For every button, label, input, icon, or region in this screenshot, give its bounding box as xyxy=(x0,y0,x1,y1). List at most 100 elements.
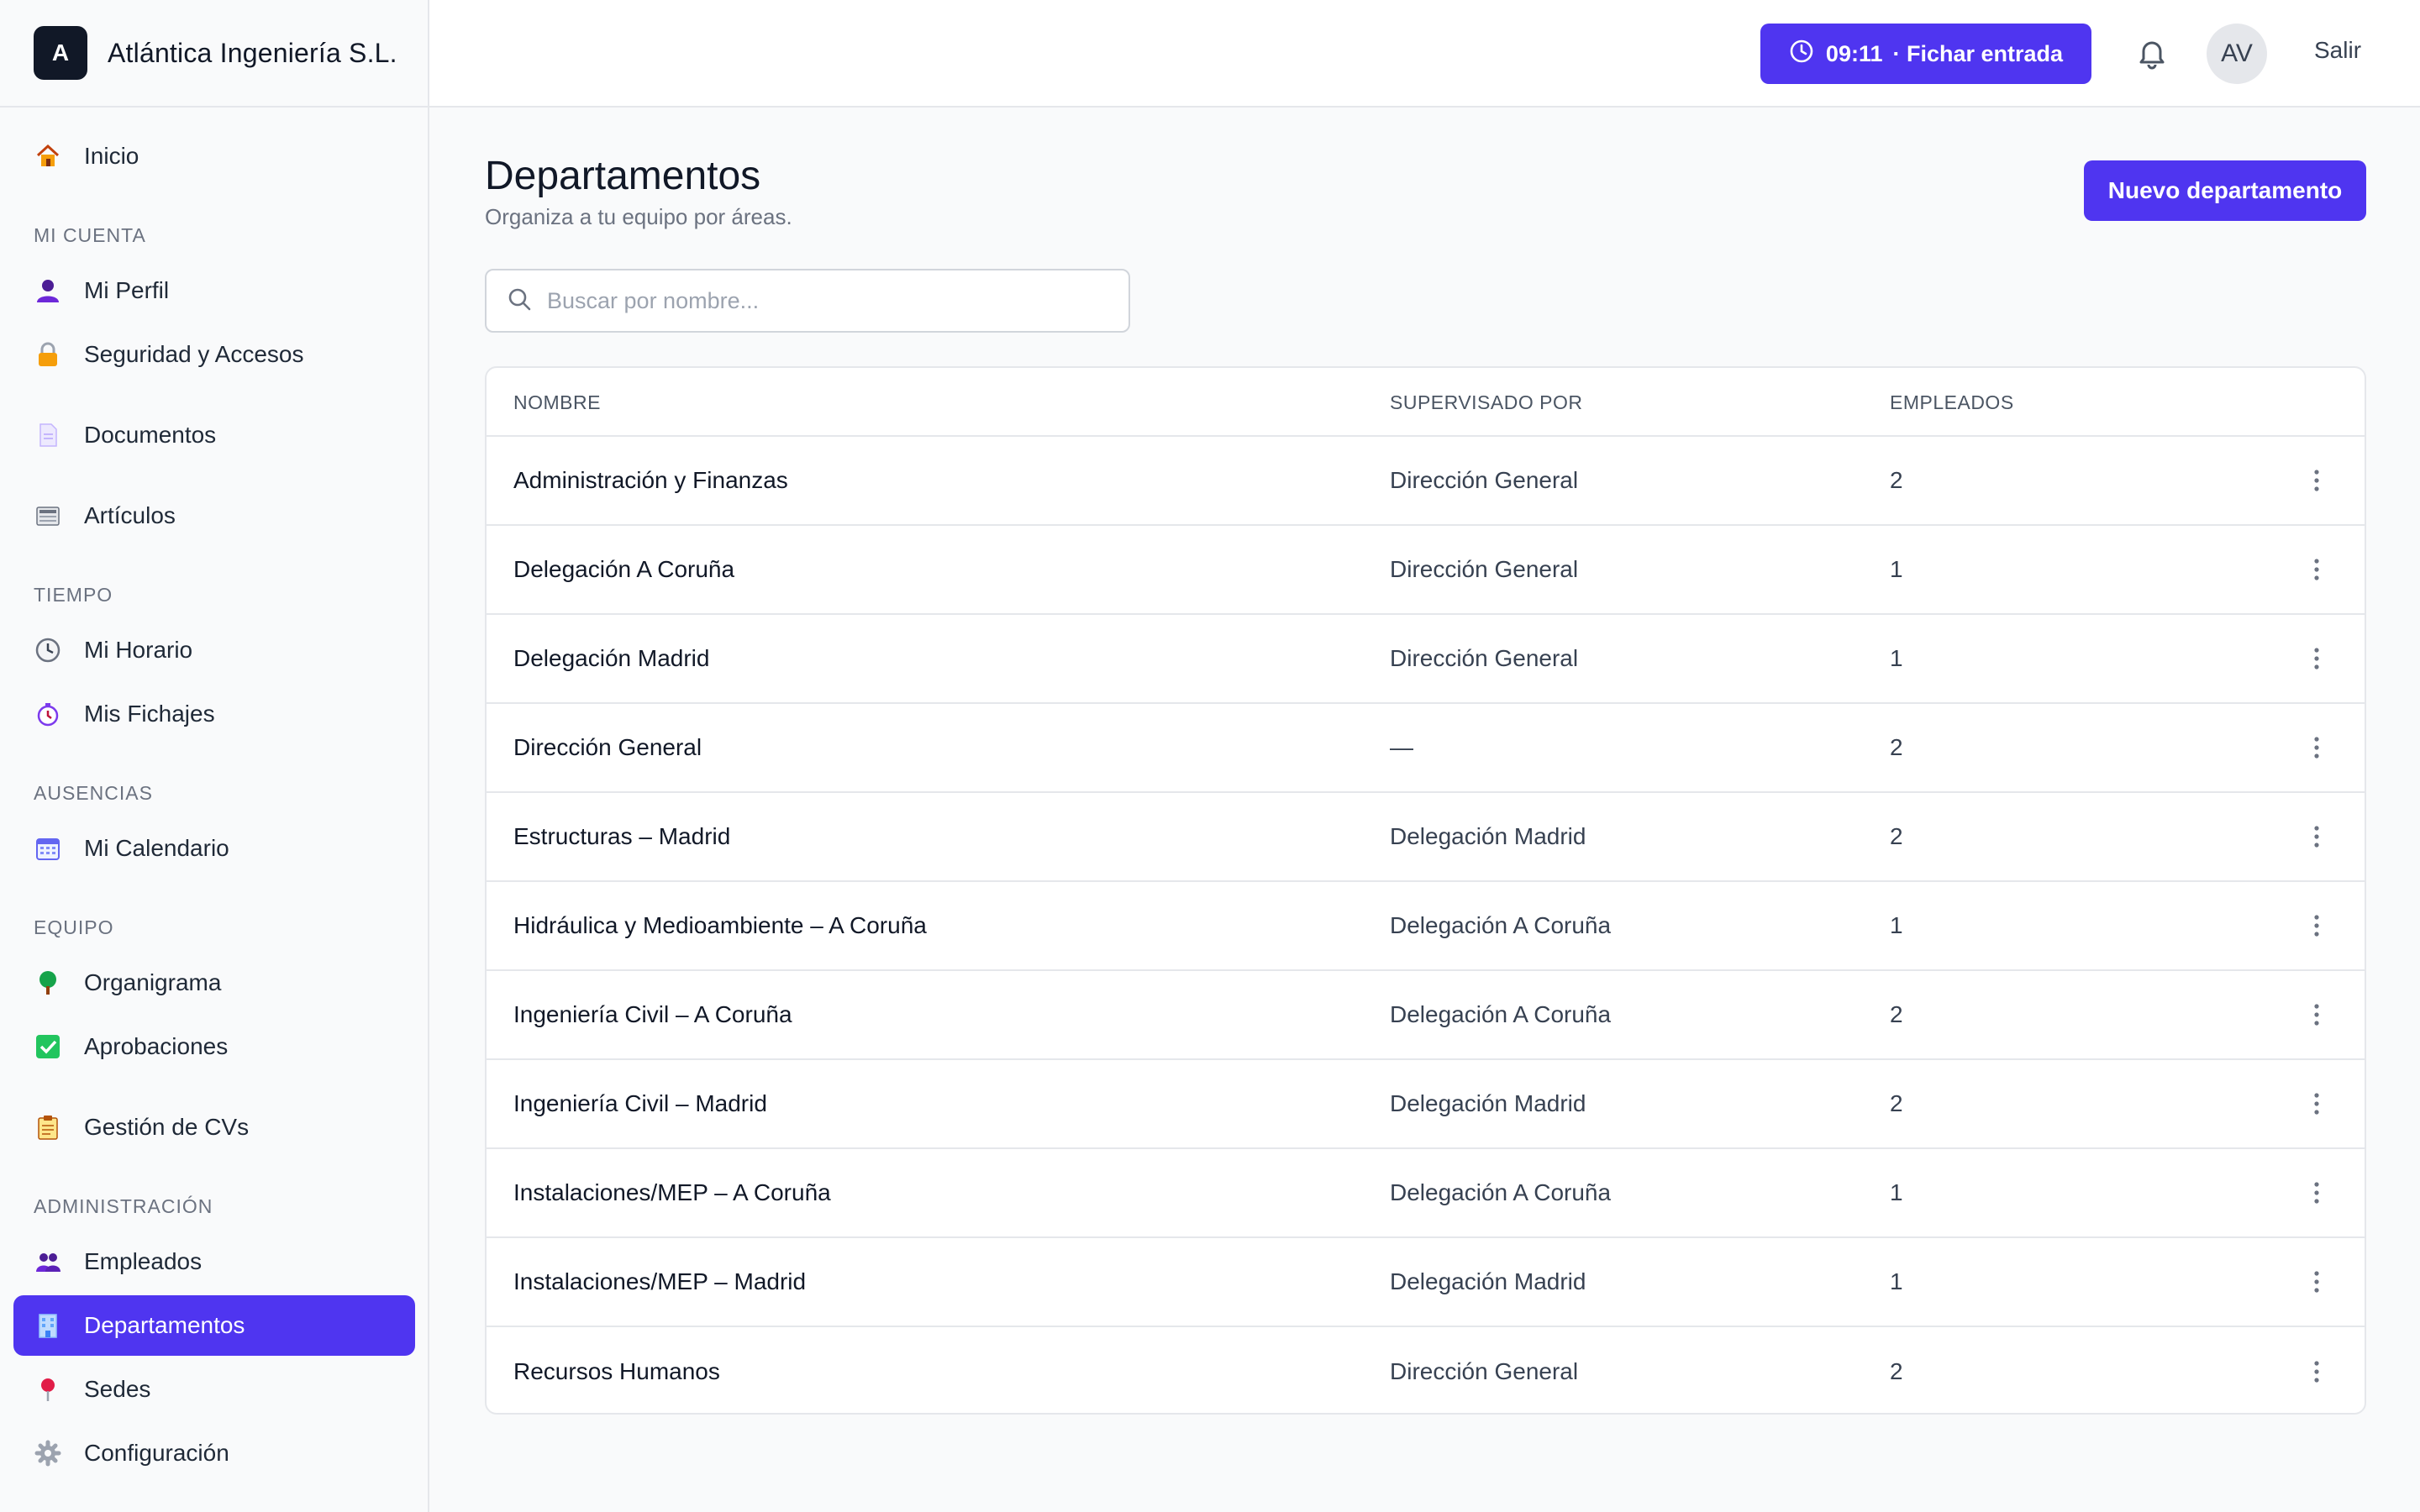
sidebar-item-mi-perfil[interactable]: Mi Perfil xyxy=(13,260,415,321)
more-options-icon[interactable] xyxy=(2302,995,2332,1035)
employee-count: 2 xyxy=(1890,823,1903,849)
supervisor-name: — xyxy=(1390,734,1413,760)
supervisor-name: Delegación A Coruña xyxy=(1390,1001,1612,1027)
department-name[interactable]: Ingeniería Civil – Madrid xyxy=(513,1090,767,1117)
brand-name: Atlántica Ingeniería S.L. xyxy=(108,37,397,68)
section-mi-cuenta: MI CUENTA xyxy=(34,224,146,246)
table-body: Administración y Finanzas Dirección Gener… xyxy=(487,437,2365,1413)
sidebar-item-label: Empleados xyxy=(84,1248,203,1274)
table-row[interactable]: Ingeniería Civil – A Coruña Delegación A … xyxy=(487,971,2365,1060)
brand[interactable]: A Atlántica Ingeniería S.L. xyxy=(0,0,428,108)
department-name[interactable]: Instalaciones/MEP – A Coruña xyxy=(513,1179,831,1206)
sidebar-item-gestion-cvs[interactable]: Gestión de CVs xyxy=(13,1097,415,1158)
section-equipo: EQUIPO xyxy=(34,916,114,938)
sidebar: A Atlántica Ingeniería S.L. Inicio MI CU… xyxy=(0,0,429,1512)
more-options-icon[interactable] xyxy=(2302,638,2332,679)
sidebar-item-label: Configuración xyxy=(84,1440,229,1466)
sidebar-item-inicio[interactable]: Inicio xyxy=(13,126,415,186)
more-options-icon[interactable] xyxy=(2302,460,2332,501)
more-options-icon[interactable] xyxy=(2302,906,2332,946)
table-row[interactable]: Recursos Humanos Dirección General 2 xyxy=(487,1327,2365,1413)
table-row[interactable]: Administración y Finanzas Dirección Gener… xyxy=(487,437,2365,526)
department-name[interactable]: Instalaciones/MEP – Madrid xyxy=(513,1268,806,1295)
table-row[interactable]: Ingeniería Civil – Madrid Delegación Madr… xyxy=(487,1060,2365,1149)
sidebar-item-mi-calendario[interactable]: Mi Calendario xyxy=(13,818,415,879)
page-subtitle: Organiza a tu equipo por áreas. xyxy=(485,204,792,229)
check-icon xyxy=(34,1032,62,1061)
department-name[interactable]: Delegación A Coruña xyxy=(513,556,734,583)
sidebar-item-aprobaciones[interactable]: Aprobaciones xyxy=(13,1016,415,1077)
more-options-icon[interactable] xyxy=(2302,549,2332,590)
employee-count: 2 xyxy=(1890,734,1903,760)
sidebar-item-label: Sedes xyxy=(84,1376,151,1402)
employee-count: 1 xyxy=(1890,1268,1903,1294)
sidebar-item-seguridad[interactable]: Seguridad y Accesos xyxy=(13,324,415,385)
sidebar-item-mis-fichajes[interactable]: Mis Fichajes xyxy=(13,684,415,744)
employee-count: 2 xyxy=(1890,1001,1903,1027)
logout-button[interactable]: Salir xyxy=(2314,37,2361,64)
more-options-icon[interactable] xyxy=(2302,1262,2332,1302)
table-row[interactable]: Delegación A Coruña Dirección General 1 xyxy=(487,526,2365,615)
bell-icon[interactable] xyxy=(2132,34,2172,74)
table-row[interactable]: Instalaciones/MEP – A Coruña Delegación A… xyxy=(487,1149,2365,1238)
department-name[interactable]: Delegación Madrid xyxy=(513,645,709,672)
supervisor-name: Dirección General xyxy=(1390,645,1579,671)
sidebar-item-organigrama[interactable]: Organigrama xyxy=(13,953,415,1013)
users-icon xyxy=(34,1247,62,1276)
user-icon xyxy=(34,276,62,305)
more-options-icon[interactable] xyxy=(2302,1173,2332,1213)
employee-count: 2 xyxy=(1890,1358,1903,1384)
table-row[interactable]: Instalaciones/MEP – Madrid Delegación Mad… xyxy=(487,1238,2365,1327)
app: A Atlántica Ingeniería S.L. Inicio MI CU… xyxy=(0,0,2420,1512)
more-options-icon[interactable] xyxy=(2302,727,2332,768)
sidebar-item-label: Mis Fichajes xyxy=(84,701,215,727)
brand-logo: A xyxy=(34,26,87,80)
sidebar-item-sedes[interactable]: Sedes xyxy=(13,1359,415,1420)
table-row[interactable]: Hidráulica y Medioambiente – A Coruña Del… xyxy=(487,882,2365,971)
main-content: Departamentos Organiza a tu equipo por á… xyxy=(429,108,2420,1512)
column-header-supervisado-por[interactable]: SUPERVISADO POR xyxy=(1390,391,1582,414)
sidebar-item-label: Seguridad y Accesos xyxy=(84,341,304,367)
department-name[interactable]: Estructuras – Madrid xyxy=(513,823,730,850)
table-row[interactable]: Delegación Madrid Dirección General 1 xyxy=(487,615,2365,704)
sidebar-item-departamentos[interactable]: Departamentos xyxy=(13,1295,415,1356)
supervisor-name: Dirección General xyxy=(1390,1358,1579,1384)
clock-action-label: · Fichar entrada xyxy=(1892,40,2064,66)
departments-table: NOMBRE SUPERVISADO POR EMPLEADOS Adminis… xyxy=(485,366,2366,1415)
sidebar-item-label: Mi Perfil xyxy=(84,277,170,303)
table-row[interactable]: Estructuras – Madrid Delegación Madrid 2 xyxy=(487,793,2365,882)
tree-icon xyxy=(34,969,62,997)
department-name[interactable]: Recursos Humanos xyxy=(513,1358,720,1385)
sidebar-item-label: Artículos xyxy=(84,502,176,528)
department-name[interactable]: Administración y Finanzas xyxy=(513,467,788,494)
more-options-icon[interactable] xyxy=(2302,816,2332,857)
supervisor-name: Delegación Madrid xyxy=(1390,823,1586,849)
department-name[interactable]: Ingeniería Civil – A Coruña xyxy=(513,1001,792,1028)
page-title: Departamentos xyxy=(485,154,761,198)
supervisor-name: Dirección General xyxy=(1390,556,1579,582)
department-name[interactable]: Dirección General xyxy=(513,734,702,761)
sidebar-item-articulos[interactable]: Artículos xyxy=(13,486,415,546)
sidebar-item-documentos[interactable]: Documentos xyxy=(13,405,415,465)
lock-icon xyxy=(34,340,62,369)
sidebar-item-configuracion[interactable]: Configuración xyxy=(13,1423,415,1483)
sidebar-item-label: Inicio xyxy=(84,143,139,169)
more-options-icon[interactable] xyxy=(2302,1352,2332,1392)
calendar-icon xyxy=(34,834,62,863)
clock-in-button[interactable]: 09:11 · Fichar entrada xyxy=(1760,24,2091,84)
table-row[interactable]: Dirección General — 2 xyxy=(487,704,2365,793)
new-department-button[interactable]: Nuevo departamento xyxy=(2084,160,2366,221)
sidebar-item-empleados[interactable]: Empleados xyxy=(13,1231,415,1292)
sidebar-item-mi-horario[interactable]: Mi Horario xyxy=(13,620,415,680)
section-ausencias: AUSENCIAS xyxy=(34,782,153,804)
employee-count: 1 xyxy=(1890,912,1903,938)
sidebar-item-label: Documentos xyxy=(84,422,217,448)
department-name[interactable]: Hidráulica y Medioambiente – A Coruña xyxy=(513,912,927,939)
column-header-empleados[interactable]: EMPLEADOS xyxy=(1890,391,2014,414)
employee-count: 2 xyxy=(1890,1090,1903,1116)
sidebar-item-label: Aprobaciones xyxy=(84,1033,229,1059)
column-header-nombre[interactable]: NOMBRE xyxy=(513,391,601,414)
more-options-icon[interactable] xyxy=(2302,1084,2332,1124)
search-input[interactable] xyxy=(547,287,1118,314)
avatar[interactable]: AV xyxy=(2207,24,2267,84)
